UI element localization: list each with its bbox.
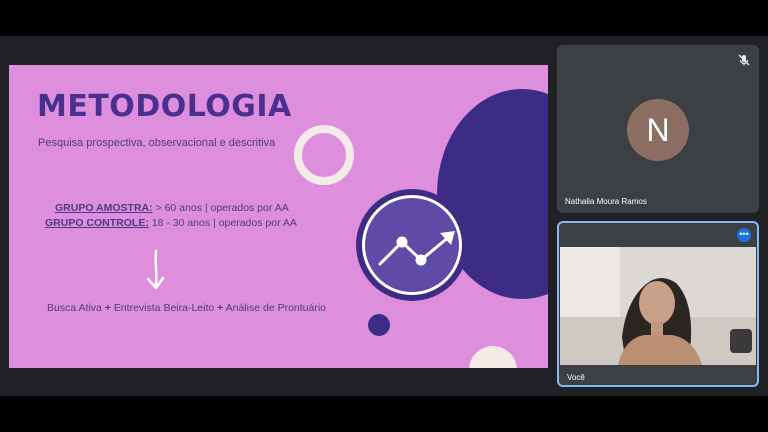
method-entrevista: Entrevista Beira-Leito	[110, 302, 218, 314]
trend-chart-icon	[362, 195, 462, 295]
bottom-bar	[0, 396, 768, 432]
group-control-label: GRUPO CONTROLE:	[45, 217, 149, 229]
participant-tile-self[interactable]: ••• Você	[557, 221, 759, 387]
decorative-ring	[294, 125, 354, 185]
slide-subtitle: Pesquisa prospectiva, observacional e de…	[38, 137, 276, 149]
group-control-detail: 18 - 30 anos | operados por AA	[148, 217, 297, 229]
group-sample-detail: > 60 anos | operados por AA	[152, 202, 289, 214]
methods-text: Busca Ativa + Entrevista Beira-Leito + A…	[47, 302, 326, 314]
avatar: N	[627, 99, 689, 161]
participant-name: Nathalia Moura Ramos	[565, 197, 647, 206]
participant-tile-nathalia[interactable]: N Nathalia Moura Ramos	[557, 45, 759, 213]
decorative-circle-small	[469, 346, 517, 368]
presentation-slide: METODOLOGIA Pesquisa prospectiva, observ…	[9, 65, 548, 368]
top-bar	[0, 0, 768, 36]
decorative-dot	[368, 314, 390, 336]
method-prontuario: Análise de Prontuário	[223, 302, 327, 314]
mic-off-icon	[737, 53, 751, 67]
self-video-feed	[560, 247, 756, 365]
chart-icon-badge	[356, 189, 468, 301]
down-arrow-icon	[144, 248, 168, 297]
group-sample-label: GRUPO AMOSTRA:	[55, 202, 153, 214]
group-control: GRUPO CONTROLE: 18 - 30 anos | operados …	[45, 217, 297, 229]
method-busca-ativa: Busca Ativa	[47, 302, 105, 314]
more-options-button[interactable]: •••	[737, 228, 751, 242]
slide-title: METODOLOGIA	[37, 89, 292, 124]
group-sample: GRUPO AMOSTRA: > 60 anos | operados por …	[55, 202, 289, 214]
participant-name-self: Você	[567, 373, 585, 382]
